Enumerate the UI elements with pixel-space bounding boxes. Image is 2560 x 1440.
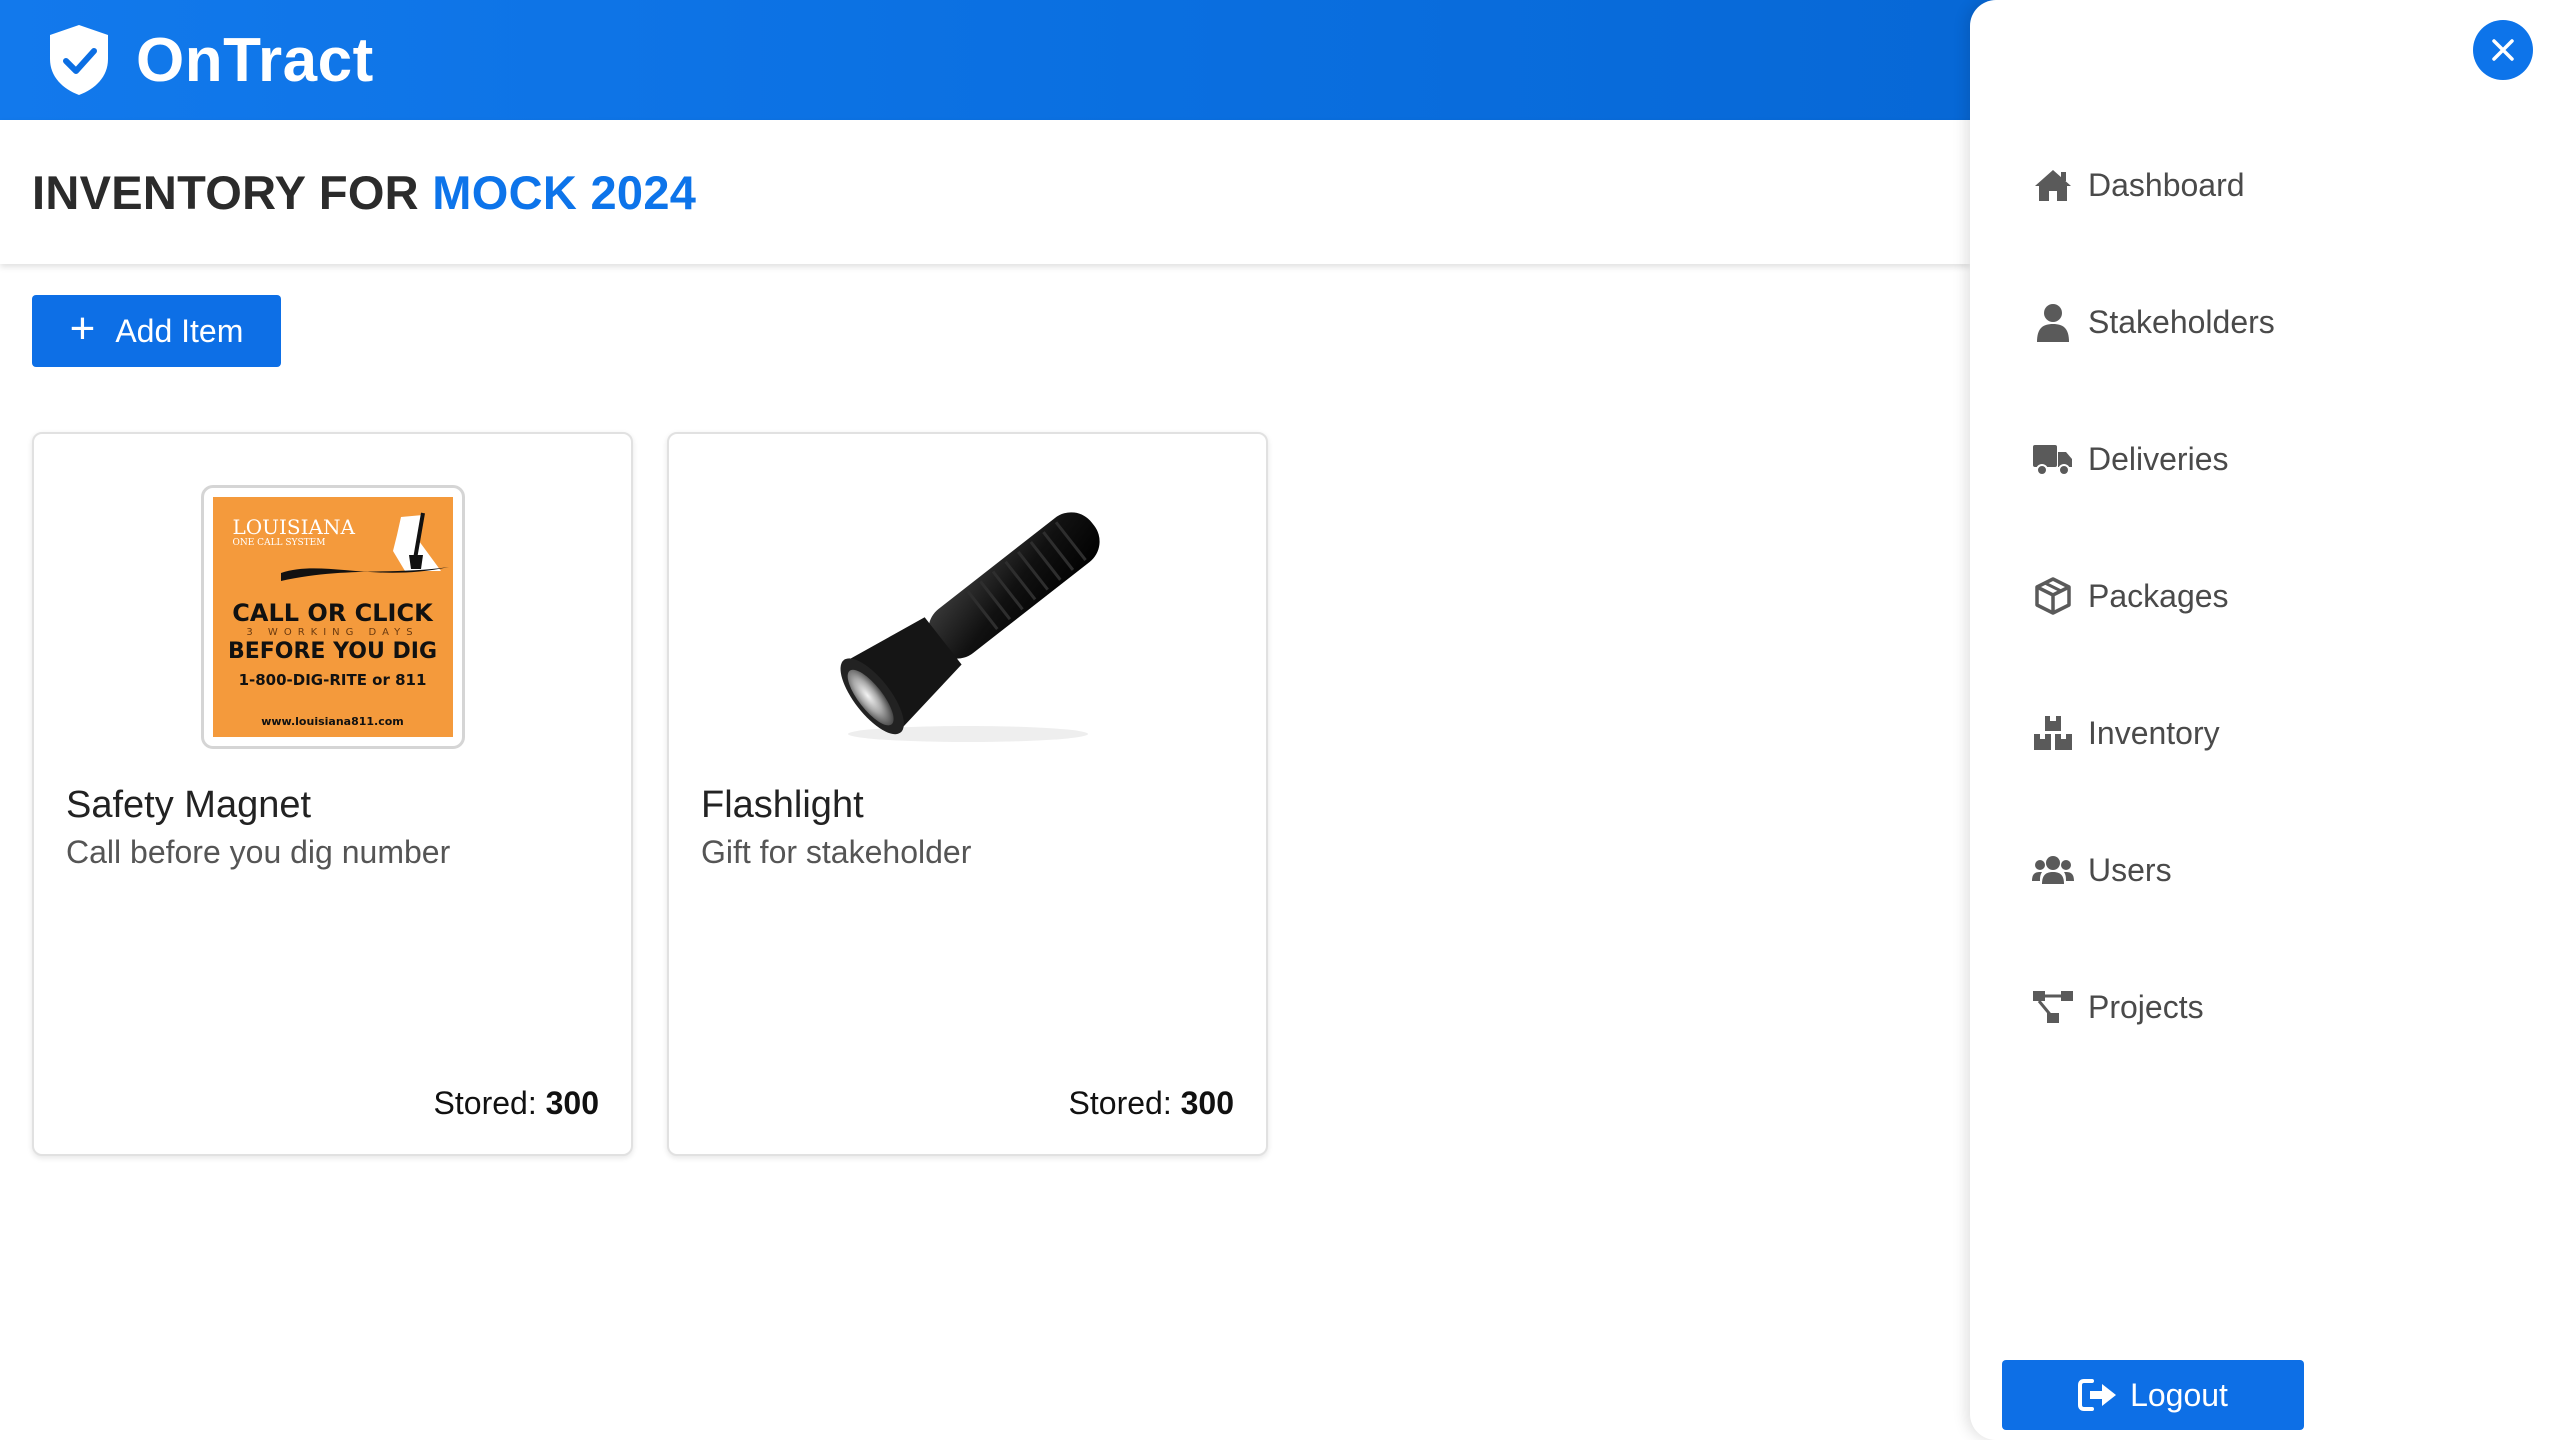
- magnet-line4: 3 WORKING DAYS: [246, 627, 419, 638]
- page-title: INVENTORY FOR MOCK 2024: [32, 165, 696, 220]
- stored-value: 300: [545, 1085, 599, 1121]
- page-title-project: MOCK 2024: [432, 165, 697, 219]
- user-icon: [2032, 301, 2074, 343]
- add-item-label: Add Item: [115, 312, 244, 349]
- inventory-card-image: LOUISIANA ONE CALL SYSTEM CALL OR CLICK …: [34, 484, 631, 750]
- nav-item-users[interactable]: Users: [2032, 835, 2502, 905]
- nav-label: Deliveries: [2088, 440, 2229, 477]
- nav-label: Inventory: [2088, 714, 2220, 751]
- nav-label: Stakeholders: [2088, 303, 2275, 340]
- logout-button[interactable]: Logout: [2002, 1360, 2304, 1430]
- brand[interactable]: OnTract: [48, 23, 374, 97]
- nav-item-packages[interactable]: Packages: [2032, 561, 2502, 631]
- add-item-button[interactable]: + Add Item: [32, 295, 281, 367]
- magnet-line3: CALL OR CLICK: [232, 599, 433, 627]
- inventory-card-stored: Stored: 300: [1069, 1085, 1234, 1122]
- plus-icon: +: [69, 304, 96, 353]
- app-root: OnTract INVENTORY FOR MOCK 2024 + Add It…: [0, 0, 2560, 1440]
- close-drawer-button[interactable]: [2473, 20, 2533, 80]
- nav-label: Users: [2088, 851, 2172, 888]
- flashlight-image: [840, 512, 1100, 742]
- inventory-card-description: Call before you dig number: [66, 834, 451, 870]
- boxes-icon: [2032, 712, 2074, 754]
- nav-item-dashboard[interactable]: Dashboard: [2032, 150, 2502, 220]
- inventory-card-description: Gift for stakeholder: [701, 834, 972, 870]
- nav-label: Projects: [2088, 988, 2204, 1025]
- magnet-line7: www.louisiana811.com: [261, 715, 404, 728]
- shovel-louisiana-icon: [280, 512, 449, 581]
- magnet-line5: BEFORE YOU DIG: [227, 639, 438, 664]
- stored-value: 300: [1180, 1085, 1234, 1121]
- page-title-prefix: INVENTORY FOR: [32, 165, 419, 219]
- inventory-card-title: Safety Magnet: [66, 784, 312, 826]
- inventory-card[interactable]: Flashlight Gift for stakeholder Stored: …: [667, 432, 1268, 1156]
- stored-label: Stored:: [1068, 1085, 1172, 1121]
- inventory-card-title: Flashlight: [701, 784, 864, 826]
- safety-magnet-image: LOUISIANA ONE CALL SYSTEM CALL OR CLICK …: [200, 485, 465, 749]
- nav-item-projects[interactable]: Projects: [2032, 972, 2502, 1042]
- magnet-line6: 1-800-DIG-RITE or 811: [238, 671, 427, 689]
- inventory-card[interactable]: LOUISIANA ONE CALL SYSTEM CALL OR CLICK …: [32, 432, 633, 1156]
- home-icon: [2032, 164, 2074, 206]
- shield-check-icon: [50, 25, 108, 95]
- brand-name: OnTract: [136, 25, 374, 95]
- logout-label: Logout: [2130, 1376, 2228, 1413]
- nav-item-deliveries[interactable]: Deliveries: [2032, 424, 2502, 494]
- users-icon: [2032, 849, 2074, 891]
- sign-out-icon: [2078, 1379, 2117, 1411]
- nav-label: Packages: [2088, 577, 2229, 614]
- stored-label: Stored:: [433, 1085, 537, 1121]
- nav-label: Dashboard: [2088, 166, 2245, 203]
- project-diagram-icon: [2032, 986, 2074, 1028]
- nav-item-stakeholders[interactable]: Stakeholders: [2032, 287, 2502, 357]
- close-icon: [2492, 39, 2514, 61]
- magnet-graphic: LOUISIANA ONE CALL SYSTEM CALL OR CLICK …: [212, 497, 453, 737]
- truck-icon: [2032, 438, 2074, 480]
- inventory-card-stored: Stored: 300: [434, 1085, 599, 1122]
- nav-item-inventory[interactable]: Inventory: [2032, 698, 2502, 768]
- inventory-card-image: [669, 484, 1266, 750]
- page-title-bar: INVENTORY FOR MOCK 2024: [0, 120, 1970, 264]
- box-icon: [2032, 575, 2074, 617]
